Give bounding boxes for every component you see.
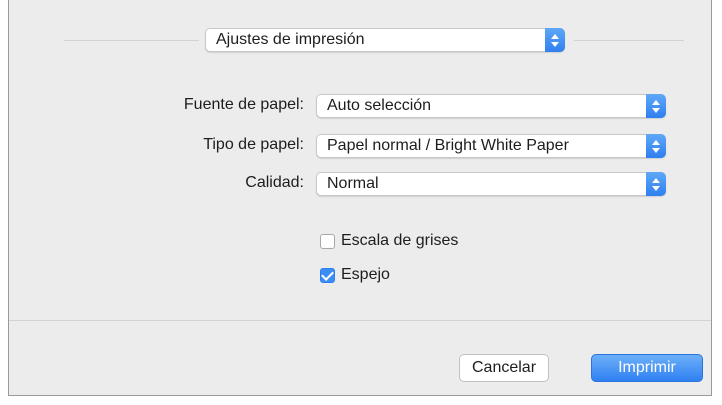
print-button[interactable]: Imprimir [591,354,703,382]
popup-stepper-icon [646,134,666,158]
chevron-up-icon [652,99,660,105]
mirror-checkbox[interactable] [320,267,335,283]
popup-stepper-icon [646,172,666,196]
paper-source-popup[interactable]: Auto selección [316,94,666,118]
paper-type-popup[interactable]: Papel normal / Bright White Paper [316,134,666,158]
mirror-label: Espejo [341,266,390,283]
panel-selector-value: Ajustes de impresión [216,31,365,48]
mirror-option[interactable]: Espejo [320,266,390,284]
header-divider-right [574,40,684,41]
quality-label: Calidad: [245,174,304,191]
chevron-down-icon [652,185,660,191]
chevron-down-icon [652,107,660,113]
grayscale-option[interactable]: Escala de grises [320,232,458,250]
quality-popup[interactable]: Normal [316,172,666,196]
header-divider-left [64,40,199,41]
checkmark-icon [321,267,334,281]
chevron-up-icon [652,177,660,183]
quality-value: Normal [327,175,379,192]
chevron-up-icon [551,33,559,39]
cancel-button[interactable]: Cancelar [459,354,549,382]
popup-stepper-icon [646,94,666,118]
panel-selector-popup[interactable]: Ajustes de impresión [205,28,565,52]
paper-source-label: Fuente de papel: [183,96,304,113]
paper-type-value: Papel normal / Bright White Paper [327,137,569,154]
grayscale-label: Escala de grises [341,232,459,249]
print-dialog: Ajustes de impresión Fuente de papel: Au… [8,0,712,396]
popup-stepper-icon [545,28,565,52]
footer-divider [9,320,711,321]
chevron-up-icon [652,139,660,145]
paper-type-label: Tipo de papel: [203,136,304,153]
chevron-down-icon [652,147,660,153]
chevron-down-icon [551,41,559,47]
paper-source-value: Auto selección [327,97,432,114]
grayscale-checkbox[interactable] [320,233,335,249]
